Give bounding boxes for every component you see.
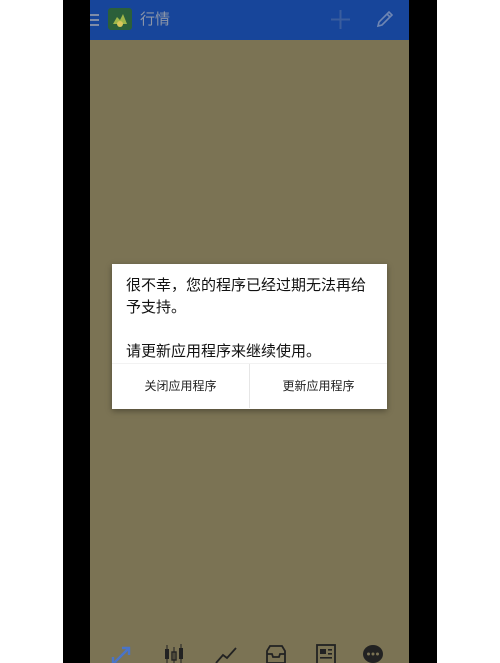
candlestick-icon[interactable]: [162, 643, 186, 663]
bottom-navigation: [90, 633, 409, 663]
app-header: 行情: [90, 0, 409, 40]
plus-icon[interactable]: [331, 10, 350, 29]
dialog-message: 很不幸，您的程序已经过期无法再给予支持。 请更新应用程序来继续使用。: [126, 276, 367, 360]
screenshot-canvas: 行情 很不幸，您的程序已经过期无法再给予支持。 请更新应用程序来继续使用。 关闭…: [0, 0, 500, 663]
app-screen: 行情 很不幸，您的程序已经过期无法再给予支持。 请更新应用程序来继续使用。 关闭…: [90, 0, 409, 663]
close-app-button[interactable]: 关闭应用程序: [112, 368, 249, 404]
trend-chart-icon[interactable]: [214, 643, 238, 663]
menu-icon[interactable]: [90, 13, 99, 27]
chat-bubble-icon[interactable]: [361, 643, 385, 663]
right-black-bar: [409, 0, 437, 663]
quotes-arrows-icon[interactable]: [110, 643, 134, 663]
left-black-bar: [63, 0, 90, 663]
page-title: 行情: [140, 10, 171, 28]
inbox-icon[interactable]: [264, 643, 288, 663]
expired-app-dialog: 很不幸，您的程序已经过期无法再给予支持。 请更新应用程序来继续使用。 关闭应用程…: [112, 264, 387, 409]
pencil-icon[interactable]: [375, 9, 395, 29]
news-icon[interactable]: [314, 643, 338, 663]
app-logo-icon: [108, 8, 132, 30]
update-app-button[interactable]: 更新应用程序: [250, 368, 387, 404]
